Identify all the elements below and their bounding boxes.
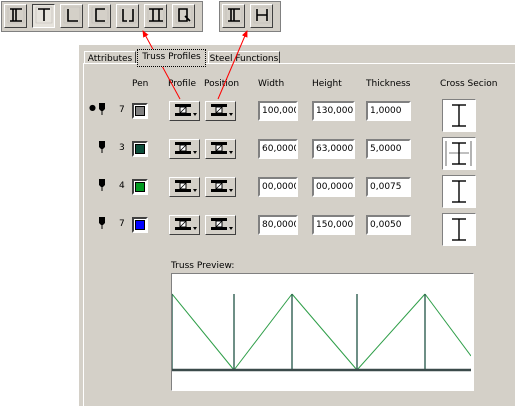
annotation-arrow-position [217,30,248,100]
tab-truss-profiles[interactable]: Truss Profiles [137,49,206,67]
annotation-arrows [142,30,248,100]
